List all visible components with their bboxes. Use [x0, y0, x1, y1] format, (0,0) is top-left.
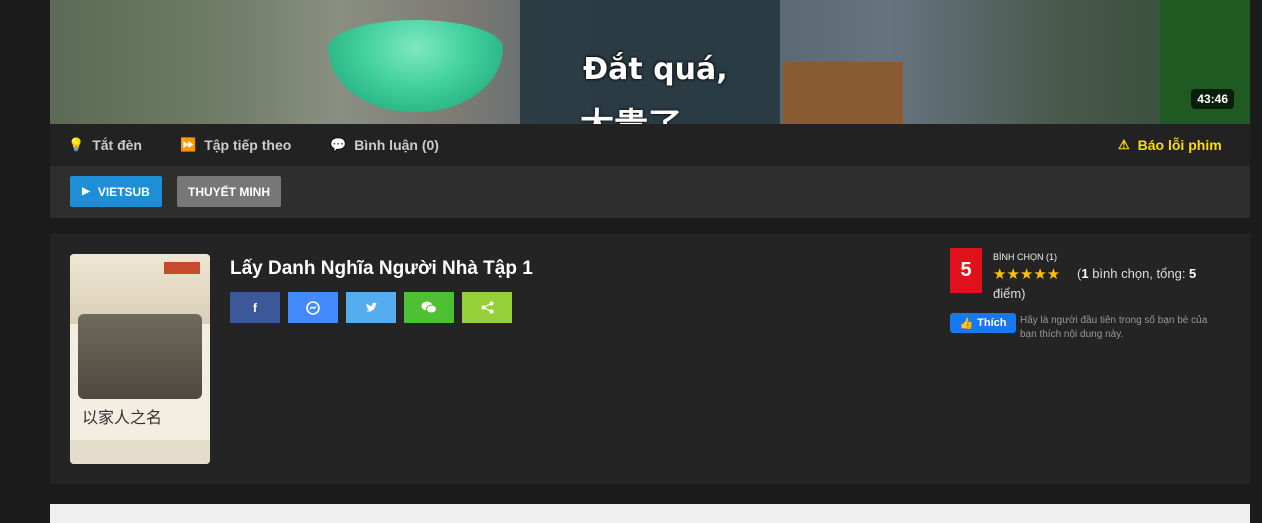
share-wechat-button[interactable] [404, 292, 454, 323]
rating-score: 5 [950, 248, 982, 293]
video-frame-bowl [328, 20, 503, 112]
rating-votes: 1 [1081, 266, 1089, 281]
comments-label: Bình luận (0) [354, 137, 439, 153]
server-thuyet-minh-label: THUYẾT MINH [188, 184, 270, 199]
share-icon [481, 301, 493, 314]
server-selector: ▶ VIETSUB THUYẾT MINH [50, 166, 1250, 218]
rating-total: 5 [1189, 266, 1197, 281]
fast-forward-icon: ⏩ [180, 137, 197, 152]
poster-footer [70, 440, 210, 464]
share-facebook-button[interactable]: f [230, 292, 280, 323]
video-player[interactable]: Đắt quá, 太贵了 43:46 [50, 0, 1250, 124]
rating-label: BÌNH CHỌN (1) [993, 252, 1058, 262]
share-twitter-button[interactable] [346, 292, 396, 323]
warning-icon: ⚠ [1118, 137, 1130, 152]
wechat-icon [421, 301, 437, 314]
like-note: Hãy là người đầu tiên trong số bạn bè củ… [1020, 315, 1208, 340]
share-generic-button[interactable] [462, 292, 512, 323]
share-messenger-button[interactable] [288, 292, 338, 323]
poster-family-photo [78, 314, 202, 399]
rating-stars[interactable]: ★★★★★ [993, 265, 1060, 283]
report-error-label: Báo lỗi phim [1137, 137, 1222, 153]
video-subtitle: Đắt quá, [583, 52, 728, 87]
rating-summary-mid: bình chọn, tổng: [1088, 266, 1190, 281]
facebook-icon: f [253, 300, 257, 315]
rating-summary: (1 bình chọn, tổng: 5 [1077, 266, 1196, 281]
poster-date-tag [164, 262, 200, 274]
messenger-icon [306, 300, 320, 315]
like-label: Thích [977, 317, 1007, 329]
video-frame-crate [783, 62, 903, 124]
next-episode-label: Tập tiếp theo [204, 137, 292, 153]
comments-button[interactable]: 💬 Bình luận (0) [330, 124, 439, 166]
report-error-button[interactable]: ⚠ Báo lỗi phim [1118, 124, 1222, 166]
comments-icon: 💬 [330, 137, 347, 152]
lights-off-label: Tắt đèn [92, 137, 142, 153]
lights-off-button[interactable]: 💡 Tắt đèn [68, 124, 142, 166]
movie-info-panel: 以家人之名 Lấy Danh Nghĩa Người Nhà Tập 1 f 5… [50, 234, 1250, 484]
movie-title: Lấy Danh Nghĩa Người Nhà Tập 1 [230, 258, 533, 279]
thumbs-up-icon: 👍 [959, 317, 974, 330]
server-vietsub-button[interactable]: ▶ VIETSUB [70, 176, 162, 207]
movie-poster[interactable]: 以家人之名 [70, 254, 210, 464]
rating-summary-suffix: điểm) [993, 286, 1026, 301]
video-duration: 43:46 [1191, 89, 1234, 109]
next-episode-button[interactable]: ⏩ Tập tiếp theo [180, 124, 291, 166]
play-icon: ▶ [82, 186, 90, 197]
player-controls-bar: 💡 Tắt đèn ⏩ Tập tiếp theo 💬 Bình luận (0… [50, 124, 1250, 166]
video-subtitle-chinese: 太贵了 [580, 98, 682, 124]
poster-logo-text: 以家人之名 [82, 408, 163, 427]
server-thuyet-minh-button[interactable]: THUYẾT MINH [177, 176, 281, 207]
server-vietsub-label: VIETSUB [97, 184, 150, 199]
facebook-like-button[interactable]: 👍 Thích [950, 313, 1016, 333]
next-section-panel [50, 504, 1250, 523]
lightbulb-icon: 💡 [68, 137, 85, 152]
twitter-icon [365, 302, 377, 312]
share-buttons: f [230, 292, 520, 323]
